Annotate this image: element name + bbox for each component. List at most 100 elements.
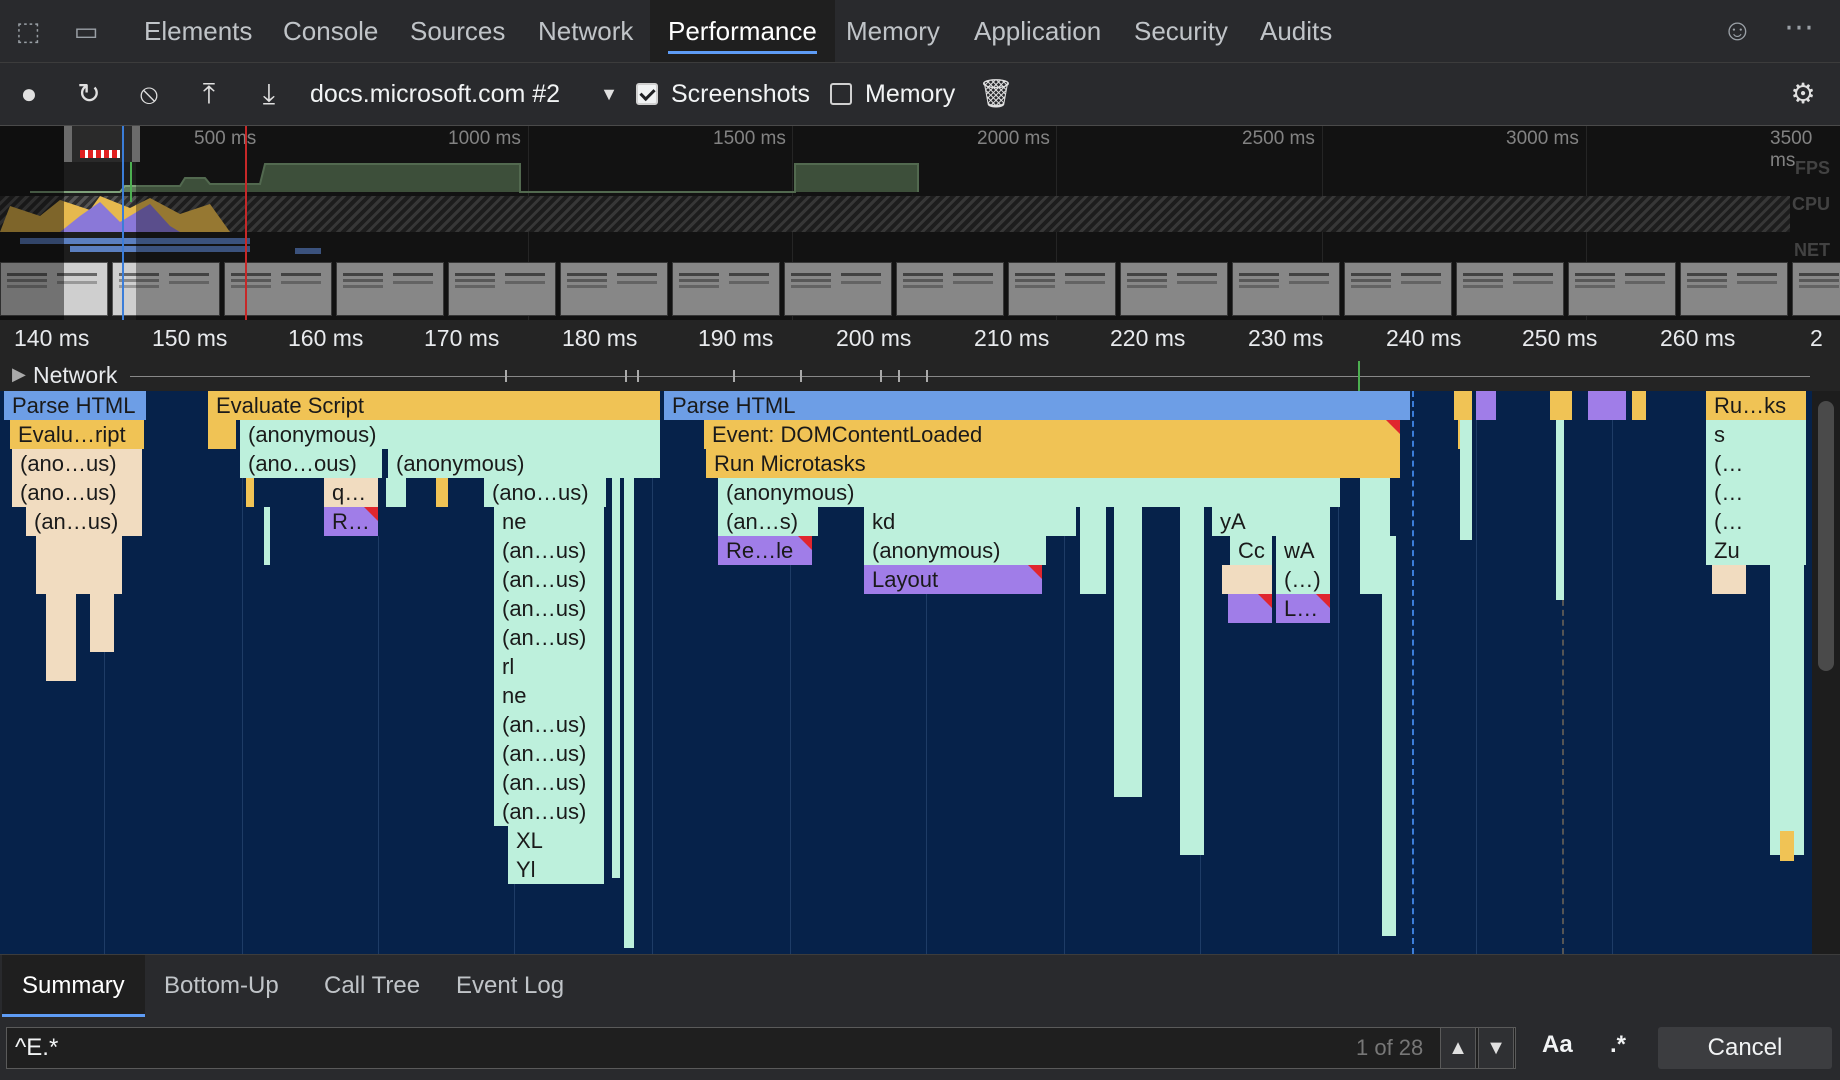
flame-event-parse-html[interactable]: Parse HTML xyxy=(4,391,148,420)
recording-select[interactable]: docs.microsoft.com #2 xyxy=(310,77,560,111)
flame-event[interactable]: q… xyxy=(324,478,380,507)
tab-security[interactable]: Security xyxy=(1116,0,1246,62)
search-input[interactable]: ^E.* xyxy=(6,1027,1516,1069)
save-profile-button[interactable]: ⤓ xyxy=(252,77,286,111)
tab-elements[interactable]: Elements xyxy=(126,0,270,62)
inspect-element-icon[interactable]: ⬚ xyxy=(12,16,44,46)
tab-call-tree[interactable]: Call Tree xyxy=(304,955,440,1017)
scrollbar-thumb[interactable] xyxy=(1818,401,1834,671)
flame-event[interactable] xyxy=(1476,391,1498,420)
flame-event[interactable]: rl xyxy=(494,652,606,681)
flame-event[interactable] xyxy=(1550,391,1574,420)
flame-event[interactable] xyxy=(436,478,450,507)
flame-event[interactable] xyxy=(246,478,256,507)
flame-event[interactable] xyxy=(1712,565,1748,594)
flame-event-run-tasks[interactable]: Ru…ks xyxy=(1706,391,1808,420)
flame-event[interactable]: ne xyxy=(494,681,606,710)
flame-event-run-microtasks[interactable]: Run Microtasks xyxy=(706,449,1402,478)
flame-event-anonymous[interactable]: (ano…us) xyxy=(12,478,144,507)
reload-record-button[interactable]: ↻ xyxy=(72,77,106,111)
device-toolbar-icon[interactable]: ▭ xyxy=(70,16,102,46)
flame-event[interactable] xyxy=(1632,391,1648,420)
flame-event-anonymous[interactable]: (anonymous) xyxy=(388,449,662,478)
flame-event-s[interactable]: s xyxy=(1706,420,1808,449)
flame-event[interactable]: Yl xyxy=(508,855,606,884)
memory-checkbox[interactable] xyxy=(830,83,852,105)
flame-event-anonymous[interactable]: (an…us) xyxy=(494,536,606,565)
flame-event[interactable] xyxy=(1222,565,1274,594)
flame-event-anonymous[interactable]: (an…us) xyxy=(494,797,606,826)
screenshots-checkbox[interactable] xyxy=(636,83,658,105)
flame-event-domcontentloaded[interactable]: Event: DOMContentLoaded xyxy=(704,420,1402,449)
capture-settings-gear-icon[interactable]: ⚙ xyxy=(1786,77,1820,111)
flame-event-anonymous[interactable]: (an…us) xyxy=(494,565,606,594)
flame-event[interactable]: yA xyxy=(1212,507,1332,536)
timeline-overview[interactable]: 500 ms 1000 ms 1500 ms 2000 ms 2500 ms 3… xyxy=(0,126,1840,320)
tab-audits[interactable]: Audits xyxy=(1242,0,1350,62)
clear-button[interactable]: ⦸ xyxy=(132,77,166,111)
flame-event-anonymous[interactable]: (ano…ous) xyxy=(240,449,384,478)
flame-event-anonymous[interactable]: (an…us) xyxy=(494,768,606,797)
next-match-button[interactable]: ▼ xyxy=(1478,1027,1514,1069)
flame-event-anonymous[interactable]: (an…us) xyxy=(494,710,606,739)
flame-event-recalc-style[interactable]: Re…le xyxy=(718,536,814,565)
flame-event[interactable]: Cc xyxy=(1230,536,1274,565)
selection-handle-left[interactable] xyxy=(64,126,72,162)
flame-event[interactable]: (…) xyxy=(1276,565,1332,594)
flame-event-anonymous[interactable]: (an…us) xyxy=(494,739,606,768)
flame-event[interactable] xyxy=(386,478,408,507)
tab-bottom-up[interactable]: Bottom-Up xyxy=(144,955,299,1017)
flame-event-layout[interactable]: L… xyxy=(1276,594,1332,623)
tab-console[interactable]: Console xyxy=(265,0,396,62)
flame-event-anonymous[interactable]: (an…us) xyxy=(494,623,606,652)
flame-event[interactable]: wA xyxy=(1276,536,1332,565)
flame-event-anonymous[interactable]: (anonymous) xyxy=(240,420,662,449)
flame-event-anonymous[interactable]: (ano…us) xyxy=(12,449,144,478)
tab-memory[interactable]: Memory xyxy=(828,0,958,62)
flame-event[interactable]: XL xyxy=(508,826,606,855)
collect-garbage-icon[interactable]: 🗑 xyxy=(978,77,1014,111)
expand-triangle-icon[interactable]: ▶ xyxy=(12,364,26,385)
flame-chart-scrollbar[interactable] xyxy=(1812,391,1840,954)
selection-handle-right[interactable] xyxy=(132,126,140,162)
flame-event[interactable]: Zu xyxy=(1706,536,1808,565)
flame-event-anonymous[interactable]: (an…us) xyxy=(26,507,144,536)
previous-match-button[interactable]: ▲ xyxy=(1440,1027,1476,1069)
regex-button[interactable]: .* xyxy=(1610,1031,1626,1059)
flame-event[interactable] xyxy=(1454,391,1474,420)
flame-event-anonymous[interactable]: (ano…us) xyxy=(484,478,608,507)
record-button[interactable]: ● xyxy=(12,77,46,111)
match-case-button[interactable]: Aa xyxy=(1542,1031,1573,1059)
screenshots-label[interactable]: Screenshots xyxy=(671,77,810,111)
flame-event[interactable] xyxy=(1588,391,1628,420)
flame-event-evaluate-script[interactable]: Evaluate Script xyxy=(208,391,662,420)
more-options-icon[interactable]: ⋯ xyxy=(1784,10,1814,45)
flame-event-layout[interactable]: Layout xyxy=(864,565,1044,594)
flame-event-recalc[interactable]: R… xyxy=(324,507,380,536)
flame-event[interactable]: (… xyxy=(1706,478,1808,507)
network-track-label[interactable]: Network xyxy=(33,362,117,389)
flame-event[interactable]: (… xyxy=(1706,449,1808,478)
flame-event[interactable]: ne xyxy=(494,507,606,536)
flame-event-evaluate-script[interactable]: Evalu…ript xyxy=(10,420,146,449)
tab-sources[interactable]: Sources xyxy=(392,0,523,62)
tab-summary[interactable]: Summary xyxy=(2,955,145,1017)
feedback-smiley-icon[interactable]: ☺ xyxy=(1722,14,1753,48)
flame-event[interactable]: kd xyxy=(864,507,1078,536)
recording-dropdown-icon[interactable]: ▼ xyxy=(592,77,626,111)
flame-event-parse-html[interactable]: Parse HTML xyxy=(664,391,1412,420)
network-track[interactable]: ▶ Network xyxy=(0,361,1840,391)
tab-network[interactable]: Network xyxy=(520,0,651,62)
flame-event-anonymous[interactable]: (an…s) xyxy=(718,507,820,536)
flame-event[interactable]: (… xyxy=(1706,507,1808,536)
flame-event-anonymous[interactable]: (anonymous) xyxy=(864,536,1048,565)
flame-event-anonymous[interactable]: (an…us) xyxy=(494,594,606,623)
memory-label[interactable]: Memory xyxy=(865,77,955,111)
tab-performance[interactable]: Performance xyxy=(650,0,835,62)
tab-event-log[interactable]: Event Log xyxy=(436,955,584,1017)
flame-event-anonymous[interactable]: (anonymous) xyxy=(718,478,1342,507)
main-thread-flame-chart[interactable]: Parse HTML Evaluate Script Parse HTML Ru… xyxy=(0,391,1812,954)
flame-event[interactable] xyxy=(208,420,238,449)
load-profile-button[interactable]: ⤒ xyxy=(192,77,226,111)
cancel-button[interactable]: Cancel xyxy=(1658,1027,1832,1069)
